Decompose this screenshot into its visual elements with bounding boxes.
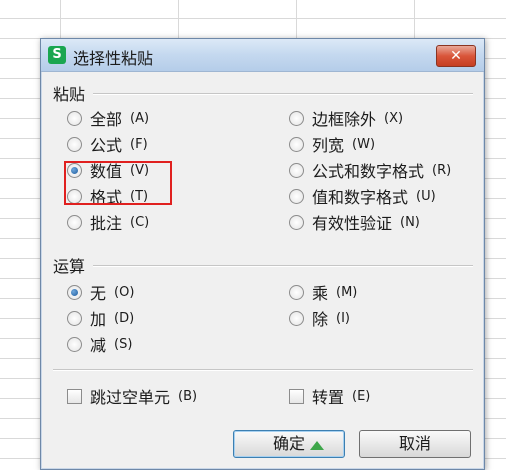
checkbox-transpose[interactable]: 转置 (E)	[289, 385, 370, 407]
paste-group-label: 粘贴	[53, 85, 86, 104]
radio-icon	[67, 214, 82, 230]
radio-icon	[289, 162, 304, 178]
radio-op-subtract[interactable]: 减 (S)	[67, 333, 132, 355]
checkbox-icon	[289, 388, 304, 404]
annotation-highlight-box	[64, 161, 172, 205]
radio-icon	[289, 284, 304, 300]
ok-button[interactable]: 确定	[233, 430, 345, 458]
radio-icon	[67, 336, 82, 352]
paste-special-dialog: S 选择性粘贴 ✕ 粘贴 全部 (A) 公式 (F) 数值 (V) 格式 (T)…	[40, 38, 485, 470]
radio-op-none[interactable]: 无 (O)	[67, 281, 134, 303]
radio-icon	[289, 136, 304, 152]
checkbox-skip-blanks[interactable]: 跳过空单元 (B)	[67, 385, 197, 407]
radio-icon	[289, 214, 304, 230]
dialog-title: 选择性粘贴	[73, 49, 154, 68]
wps-app-icon: S	[48, 46, 66, 64]
radio-paste-formulas-number-formats[interactable]: 公式和数字格式 (R)	[289, 159, 451, 181]
radio-icon	[289, 188, 304, 204]
radio-checked-icon	[67, 284, 82, 300]
radio-icon	[67, 136, 82, 152]
radio-paste-except-borders[interactable]: 边框除外 (X)	[289, 107, 403, 129]
dialog-titlebar: S 选择性粘贴 ✕	[41, 39, 484, 72]
radio-icon	[289, 110, 304, 126]
radio-op-divide[interactable]: 除 (I)	[289, 307, 350, 329]
radio-op-add[interactable]: 加 (D)	[67, 307, 134, 329]
radio-icon	[67, 310, 82, 326]
radio-paste-all[interactable]: 全部 (A)	[67, 107, 149, 129]
cursor-arrow-icon	[310, 441, 324, 450]
bottom-separator	[53, 369, 473, 371]
radio-paste-column-widths[interactable]: 列宽 (W)	[289, 133, 375, 155]
radio-op-multiply[interactable]: 乘 (M)	[289, 281, 357, 303]
close-button[interactable]: ✕	[436, 45, 476, 67]
cancel-button[interactable]: 取消	[359, 430, 471, 458]
paste-group-separator	[93, 93, 473, 95]
operation-group-separator	[93, 265, 473, 267]
radio-icon	[67, 110, 82, 126]
radio-paste-validation[interactable]: 有效性验证 (N)	[289, 211, 420, 233]
radio-icon	[289, 310, 304, 326]
operation-group-label: 运算	[53, 257, 86, 276]
radio-paste-values-number-formats[interactable]: 值和数字格式 (U)	[289, 185, 436, 207]
radio-paste-comments[interactable]: 批注 (C)	[67, 211, 149, 233]
checkbox-icon	[67, 388, 82, 404]
radio-paste-formulas[interactable]: 公式 (F)	[67, 133, 148, 155]
